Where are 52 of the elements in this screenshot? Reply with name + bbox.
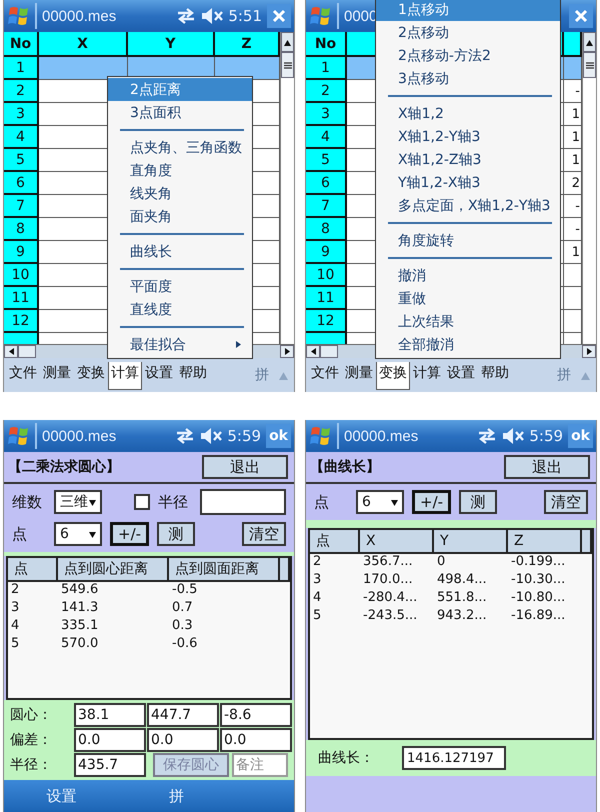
list-cell-text: 2 <box>10 582 20 599</box>
field-label: 维数 <box>12 492 43 512</box>
list-cell-text: 570.0 <box>60 636 100 653</box>
window-title: 00000.mes <box>42 428 116 444</box>
list-cell-text: 0.3 <box>171 618 194 635</box>
list-cell-text: 0 <box>436 554 446 571</box>
dialog-heading: 【二乘法求圆心】 <box>8 458 120 476</box>
list-cell-text: 3 <box>312 572 322 589</box>
field-label: 点 <box>314 492 330 512</box>
window-title: 00000.mes <box>42 8 116 24</box>
table-cell: 1 <box>564 241 582 264</box>
list-cell-text: 4 <box>10 618 20 635</box>
table-cell: 2 <box>564 172 582 195</box>
clock-time: 5:51 <box>228 7 262 25</box>
list-cell-text: -243.5... <box>362 608 418 625</box>
list-cell-text: -0.5 <box>171 582 198 599</box>
field-label: 点 <box>12 524 28 544</box>
table-cell: 1 <box>564 126 582 149</box>
list-cell-text: 3 <box>10 600 20 617</box>
dialog-heading: 【曲线长】 <box>310 458 380 476</box>
list-cell-text: 2 <box>312 554 322 571</box>
list-cell-text: 5 <box>312 608 322 625</box>
table-cell: 1 <box>564 149 582 172</box>
table-cell: - <box>564 218 582 241</box>
clock-time: 5:59 <box>227 427 262 445</box>
clock-time: 5:59 <box>529 427 564 445</box>
list-cell-text: -10.30... <box>510 572 566 589</box>
result-label: 曲线长： <box>317 749 375 767</box>
list-cell-text: 141.3 <box>60 600 100 617</box>
list-cell-text: 498.4... <box>436 572 488 589</box>
list-cell-text: 4 <box>312 590 322 607</box>
list-cell-text: 356.7... <box>362 554 414 571</box>
list-cell-text: -280.4... <box>362 590 418 607</box>
list-cell-text: 170.0... <box>362 572 414 589</box>
list-cell-text: -10.80... <box>510 590 566 607</box>
checkbox-label: 半径 <box>158 492 189 512</box>
list-cell-text: -0.199... <box>510 554 566 571</box>
result-label: 半径： <box>10 756 53 774</box>
result-label: 圆心： <box>10 706 53 724</box>
list-cell-text: 335.1 <box>60 618 100 635</box>
list-cell-text: -0.6 <box>171 636 198 653</box>
result-label: 偏差： <box>10 731 53 749</box>
window-title: 00000.mes <box>344 428 418 444</box>
list-cell-text: -16.89... <box>510 608 566 625</box>
table-cell: 1 <box>564 103 582 126</box>
list-cell-text: 0.7 <box>171 600 194 617</box>
table-cell: - <box>564 80 582 103</box>
table-cell: - <box>564 195 582 218</box>
list-cell-text: 5 <box>10 636 20 653</box>
list-cell-text: 943.2... <box>436 608 488 625</box>
list-cell-text: 549.6 <box>60 582 100 599</box>
list-cell-text: 551.8... <box>436 590 488 607</box>
